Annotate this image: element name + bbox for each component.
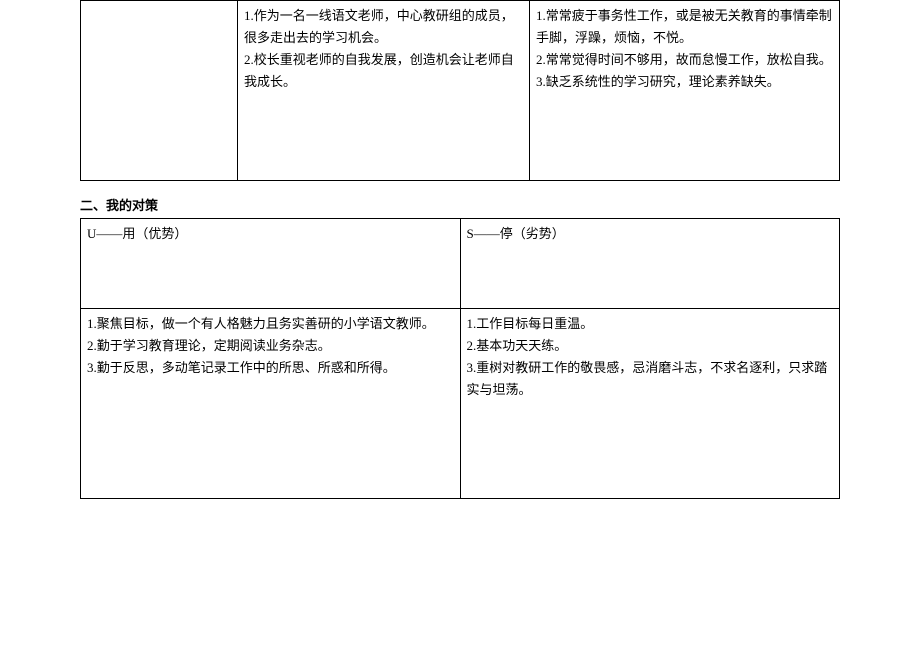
table-cell-opportunity: 1.作为一名一线语文老师，中心教研组的成员，很多走出去的学习机会。 2.校长重视… — [238, 1, 530, 181]
table-cell-threat: 1.常常疲于事务性工作，或是被无关教育的事情牵制手脚，浮躁，烦恼，不悦。 2.常… — [530, 1, 840, 181]
table-row: 1.作为一名一线语文老师，中心教研组的成员，很多走出去的学习机会。 2.校长重视… — [81, 1, 840, 181]
header-use-strengths: U——用（优势） — [81, 219, 461, 309]
header-stop-weaknesses: S——停（劣势） — [460, 219, 840, 309]
section-title-strategies: 二、我的对策 — [80, 195, 840, 214]
swot-table-part: 1.作为一名一线语文老师，中心教研组的成员，很多走出去的学习机会。 2.校长重视… — [80, 0, 840, 181]
table-row: 1.聚焦目标，做一个有人格魅力且务实善研的小学语文教师。 2.勤于学习教育理论，… — [81, 309, 840, 499]
body-use-strengths: 1.聚焦目标，做一个有人格魅力且务实善研的小学语文教师。 2.勤于学习教育理论，… — [81, 309, 461, 499]
table-row: U——用（优势） S——停（劣势） — [81, 219, 840, 309]
document-page: 1.作为一名一线语文老师，中心教研组的成员，很多走出去的学习机会。 2.校长重视… — [0, 0, 920, 539]
body-stop-weaknesses: 1.工作目标每日重温。 2.基本功天天练。 3.重树对教研工作的敬畏感，忌消磨斗… — [460, 309, 840, 499]
strategies-table: U——用（优势） S——停（劣势） 1.聚焦目标，做一个有人格魅力且务实善研的小… — [80, 218, 840, 499]
table-cell-empty — [81, 1, 238, 181]
